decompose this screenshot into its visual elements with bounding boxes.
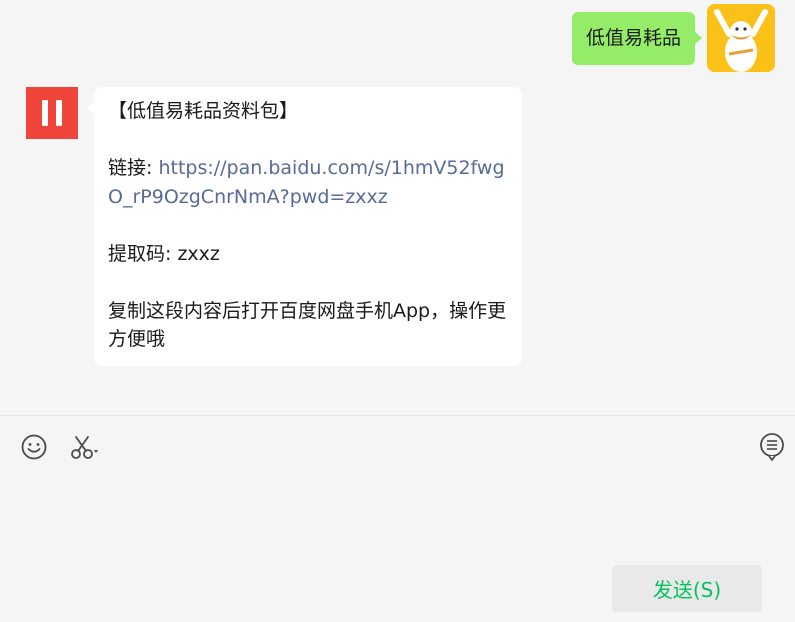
message-input[interactable]	[20, 470, 775, 555]
chat-messages-area: 低值易耗品 【低值易耗品资料包】 链接: https://pan.baidu.c…	[0, 0, 795, 415]
pause-bar-icon	[42, 100, 48, 126]
scissors-icon[interactable]	[68, 433, 102, 465]
link-label: 链接:	[108, 157, 159, 179]
duck-avatar-icon	[707, 4, 775, 72]
pause-bar-icon	[56, 100, 62, 126]
sender-avatar[interactable]	[26, 87, 78, 139]
chat-history-icon[interactable]	[757, 431, 787, 467]
message-link-line: 链接: https://pan.baidu.com/s/1hmV52fwgO_r…	[108, 154, 508, 211]
extraction-code-line: 提取码: zxxz	[108, 240, 508, 269]
instruction-text: 复制这段内容后打开百度网盘手机App，操作更方便哦	[108, 299, 507, 351]
incoming-message: 【低值易耗品资料包】 链接: https://pan.baidu.com/s/1…	[26, 87, 522, 366]
outgoing-message-text: 低值易耗品	[585, 27, 681, 49]
outgoing-message-bubble[interactable]: 低值易耗品	[571, 12, 703, 65]
emoji-icon[interactable]	[20, 433, 48, 465]
self-avatar[interactable]	[707, 4, 775, 72]
incoming-message-bubble[interactable]: 【低值易耗品资料包】 链接: https://pan.baidu.com/s/1…	[87, 87, 522, 366]
outgoing-message: 低值易耗品	[571, 4, 775, 72]
code-label: 提取码:	[108, 242, 178, 265]
send-button-label: 发送(S)	[652, 578, 722, 602]
message-title: 【低值易耗品资料包】	[108, 100, 299, 122]
code-value: zxxz	[177, 242, 220, 265]
share-link[interactable]: https://pan.baidu.com/s/1hmV52fwgO_rP9Oz…	[108, 157, 505, 208]
send-button[interactable]: 发送(S)	[612, 565, 762, 612]
